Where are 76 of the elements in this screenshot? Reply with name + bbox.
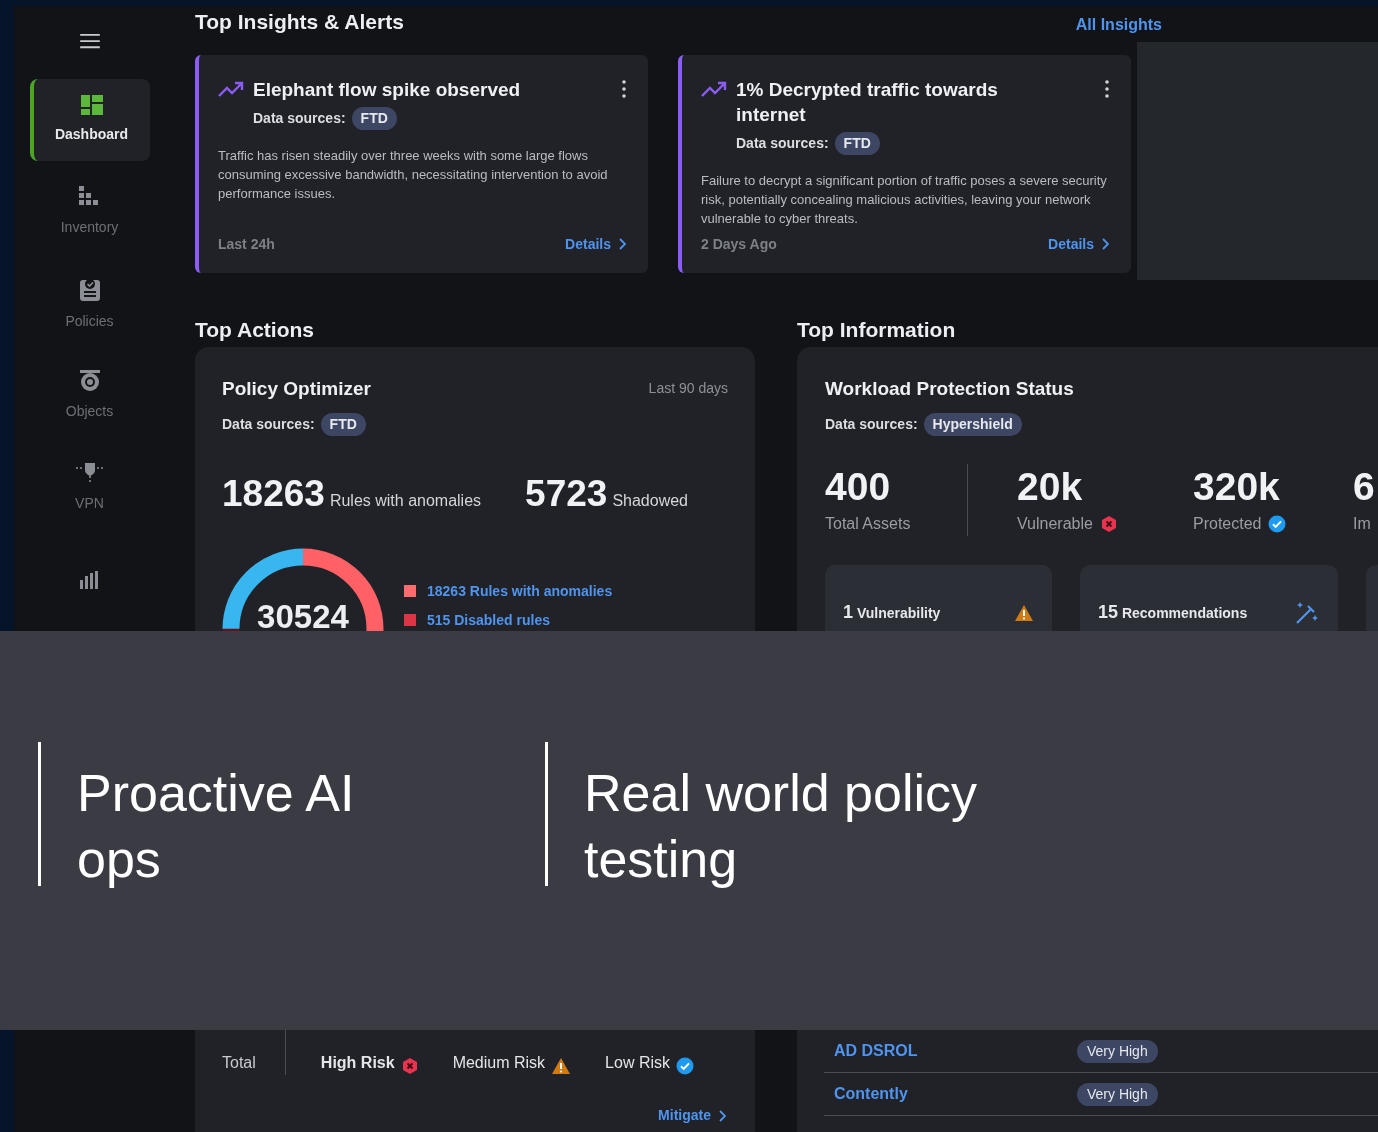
risk-label: High Risk — [320, 1053, 395, 1073]
stat-value: 400 — [825, 464, 892, 510]
bar-chart-icon — [79, 571, 100, 590]
stat-label: Total Assets — [825, 514, 911, 534]
tile-label: 15 Recommendations — [1098, 601, 1248, 624]
data-sources-label: Data sources: — [825, 415, 918, 434]
stat-value: 6 — [1353, 464, 1376, 510]
risk-label: Low Risk — [605, 1053, 670, 1073]
source-tag: FTD — [834, 131, 880, 155]
dashboard-icon — [80, 95, 103, 116]
period-label: Last 90 days — [648, 379, 728, 399]
insight-title: 1% Decrypted traffic towards internet — [736, 77, 999, 127]
legend-link[interactable]: 18263 Rules with anomalies — [427, 580, 613, 602]
caption-text: Proactive AI ops — [77, 763, 356, 886]
risk-badge: Very High — [1077, 1039, 1158, 1063]
risk-label: Total — [222, 1053, 256, 1073]
timestamp: 2 Days Ago — [701, 234, 777, 254]
error-icon — [1099, 515, 1118, 533]
data-sources-label: Data sources: — [222, 415, 315, 434]
insight-description: Failure to decrypt a significant portion of traffic poses a severe security risk, potentially concealing malicious activities, leaving your network vulnerable to cyber threats. — [701, 171, 1108, 228]
sidebar-item[interactable]: Dashboard — [29, 79, 150, 162]
legend-link[interactable]: 515 Disabled rules — [427, 609, 550, 631]
mitigate-link[interactable]: Mitigate — [658, 1105, 726, 1126]
data-sources-label: Data sources: — [736, 133, 829, 153]
insight-title: Elephant flow spike observed — [253, 77, 522, 102]
risk-label: Medium Risk — [452, 1053, 546, 1073]
risk-badge: Very High — [1077, 1082, 1158, 1106]
timestamp: Last 24h — [218, 234, 275, 254]
trend-up-icon — [701, 79, 727, 98]
stat-label: Rules with anomalies — [329, 491, 482, 511]
chevron-right-icon — [619, 238, 626, 250]
section-heading: Top Information — [797, 316, 957, 343]
data-sources-label: Data sources: — [253, 108, 346, 128]
stat-label: Vulnerable — [1017, 514, 1093, 534]
warning-icon — [551, 1057, 572, 1075]
table-link[interactable]: Contently — [824, 1082, 1077, 1106]
stat-value: 320k — [1193, 464, 1281, 510]
stat-value: 5723 — [525, 472, 608, 516]
tile-label: 1 Vulnerability — [843, 601, 941, 624]
source-tag: Hypershield — [923, 413, 1022, 436]
stat-value: 20k — [1017, 464, 1084, 510]
check-icon — [676, 1057, 694, 1075]
sidebar-item[interactable]: Policies — [29, 263, 150, 346]
check-icon — [1268, 515, 1287, 533]
card-title: Workload Protection Status — [825, 376, 1075, 401]
camera-icon — [78, 370, 101, 393]
more-options-icon[interactable] — [1105, 79, 1109, 98]
chevron-right-icon — [1102, 238, 1109, 250]
more-options-icon[interactable] — [622, 79, 626, 98]
source-tag: FTD — [320, 413, 366, 436]
warning-icon — [1014, 603, 1034, 622]
stat-value: 18263 — [222, 472, 325, 516]
insight-description: Traffic has risen steadily over three weeks with some large flows consuming excessive bandwidth, necessitating intervention to avoid performance issues. — [218, 146, 609, 203]
sidebar-item[interactable]: VPN — [29, 447, 150, 530]
chevron-right-icon — [719, 1109, 726, 1122]
details-link[interactable]: Details — [1048, 233, 1109, 255]
details-link[interactable]: Details — [565, 233, 626, 255]
sidebar-item[interactable]: Inventory — [29, 171, 150, 254]
shield-icon — [75, 462, 104, 485]
section-heading: Top Insights & Alerts — [195, 9, 404, 35]
table-link[interactable]: AD DSROL — [824, 1039, 1077, 1063]
error-icon — [400, 1057, 419, 1075]
caption-text: Real world policy testing — [584, 763, 979, 886]
summary-tile[interactable]: 15 Recommendations — [1080, 565, 1338, 631]
source-tag: FTD — [351, 106, 397, 130]
stat-label: Shadowed — [612, 491, 688, 511]
all-insights-link[interactable]: All Insights — [1075, 12, 1162, 37]
sidebar-item[interactable]: Objects — [29, 355, 150, 438]
summary-tile[interactable]: 1 Vulnerability — [825, 565, 1052, 631]
donut-total: 30524 — [256, 596, 350, 631]
stat-label: Protected — [1193, 514, 1262, 534]
stat-label: Im — [1353, 514, 1371, 534]
card-title: Policy Optimizer — [222, 376, 371, 401]
menu-icon[interactable] — [78, 33, 101, 50]
trend-up-icon — [218, 79, 244, 98]
section-heading: Top Actions — [195, 316, 315, 343]
